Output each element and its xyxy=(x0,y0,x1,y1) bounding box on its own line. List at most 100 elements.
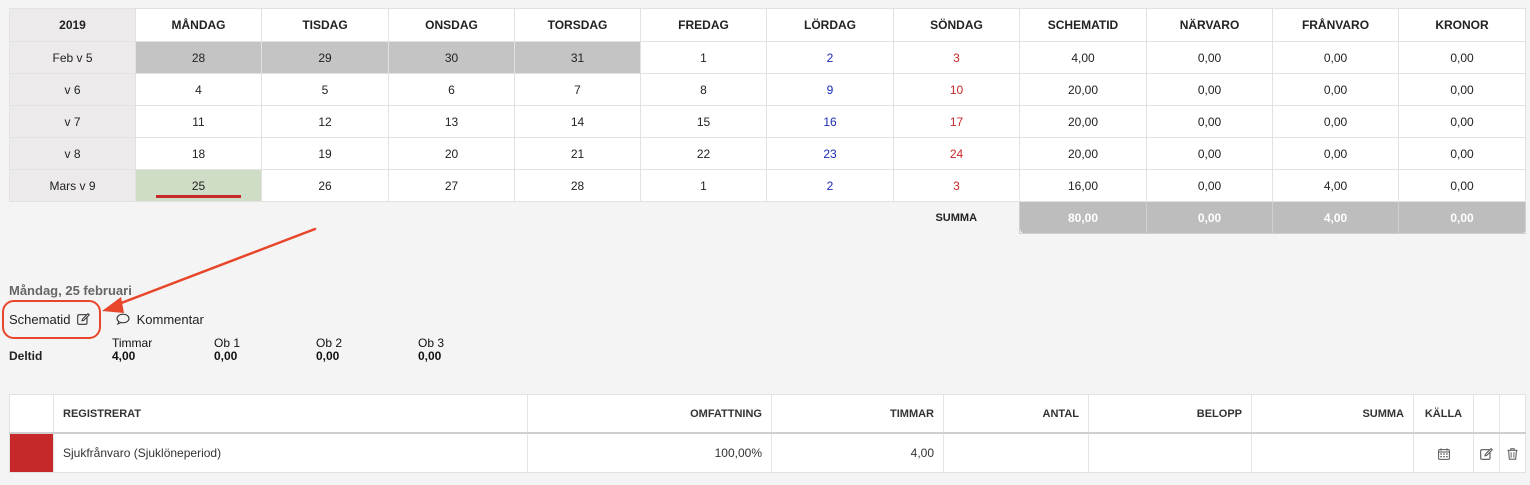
calendar-day[interactable]: 27 xyxy=(388,169,515,202)
calendar-day-saturday[interactable]: 2 xyxy=(766,169,894,202)
calendar-day[interactable]: 28 xyxy=(514,169,641,202)
kommentar-link-label: Kommentar xyxy=(136,312,204,327)
comment-icon xyxy=(116,313,130,325)
calendar-day-sunday[interactable]: 3 xyxy=(893,41,1020,74)
registration-omfattning: 100,00% xyxy=(527,433,772,473)
header-year: 2019 xyxy=(9,8,136,42)
header-belopp: BELOPP xyxy=(1088,394,1252,434)
calendar-day[interactable]: 11 xyxy=(135,105,262,138)
week-narvaro: 0,00 xyxy=(1146,73,1273,106)
week-franvaro: 0,00 xyxy=(1272,73,1399,106)
calendar-day-sunday[interactable]: 3 xyxy=(893,169,1020,202)
stat-value: 0,00 xyxy=(316,349,340,363)
week-franvaro: 0,00 xyxy=(1272,41,1399,74)
calendar-day-sunday[interactable]: 17 xyxy=(893,105,1020,138)
summa-schematid: 80,00 xyxy=(1019,201,1147,234)
calendar-day[interactable]: 15 xyxy=(640,105,767,138)
week-franvaro: 0,00 xyxy=(1272,105,1399,138)
calendar-day[interactable]: 4 xyxy=(135,73,262,106)
week-label: v 7 xyxy=(9,105,136,138)
header-edit xyxy=(1473,394,1500,434)
calendar-week-row: v 8 18 19 20 21 22 23 24 20,00 0,00 0,00… xyxy=(9,137,1526,170)
header-registrerat: REGISTRERAT xyxy=(53,394,528,434)
stat-value: 0,00 xyxy=(418,349,442,363)
selected-day-underline xyxy=(156,195,241,198)
header-narvaro: NÄRVARO xyxy=(1146,8,1273,42)
calendar-day-saturday[interactable]: 23 xyxy=(766,137,894,170)
stat-ob1: Ob 1 0,00 xyxy=(214,337,240,363)
header-tuesday: TISDAG xyxy=(261,8,389,42)
week-schematid: 20,00 xyxy=(1019,137,1147,170)
registrations-header-row: REGISTRERAT OMFATTNING TIMMAR ANTAL BELO… xyxy=(9,394,1526,434)
calendar-day[interactable]: 7 xyxy=(514,73,641,106)
header-omfattning: OMFATTNING xyxy=(527,394,772,434)
stat-value: 0,00 xyxy=(214,349,238,363)
week-kronor: 0,00 xyxy=(1398,105,1526,138)
calendar-day[interactable]: 31 xyxy=(514,41,641,74)
calendar-day[interactable]: 22 xyxy=(640,137,767,170)
calendar-day-selected[interactable]: 25 xyxy=(135,169,262,202)
registration-summa xyxy=(1251,433,1414,473)
week-schematid: 20,00 xyxy=(1019,73,1147,106)
calendar-week-row: v 7 11 12 13 14 15 16 17 20,00 0,00 0,00… xyxy=(9,105,1526,138)
calendar-day[interactable]: 12 xyxy=(261,105,389,138)
calendar-day-sunday[interactable]: 10 xyxy=(893,73,1020,106)
week-label: Mars v 9 xyxy=(9,169,136,202)
week-narvaro: 0,00 xyxy=(1146,137,1273,170)
calendar-day[interactable]: 1 xyxy=(640,41,767,74)
header-saturday: LÖRDAG xyxy=(766,8,894,42)
table-row: Sjukfrånvaro (Sjuklöneperiod) 100,00% 4,… xyxy=(9,433,1526,473)
calendar-day[interactable]: 5 xyxy=(261,73,389,106)
header-color xyxy=(9,394,54,434)
calendar-day[interactable]: 8 xyxy=(640,73,767,106)
delete-registration-button[interactable] xyxy=(1499,433,1526,473)
header-schematid: SCHEMATID xyxy=(1019,8,1147,42)
edit-registration-button[interactable] xyxy=(1473,433,1500,473)
stat-ob3: Ob 3 0,00 xyxy=(418,337,444,363)
kommentar-link[interactable]: Kommentar xyxy=(116,312,204,327)
calendar-day[interactable]: 20 xyxy=(388,137,515,170)
calendar-day[interactable]: 19 xyxy=(261,137,389,170)
week-label: Feb v 5 xyxy=(9,41,136,74)
calendar-day[interactable]: 18 xyxy=(135,137,262,170)
registration-belopp xyxy=(1088,433,1252,473)
week-label: v 8 xyxy=(9,137,136,170)
header-summa: SUMMA xyxy=(1251,394,1414,434)
summa-franvaro: 4,00 xyxy=(1272,201,1399,234)
registration-source xyxy=(1413,433,1474,473)
selected-day-title: Måndag, 25 februari xyxy=(9,283,132,298)
calendar-day[interactable]: 30 xyxy=(388,41,515,74)
calendar-day[interactable]: 13 xyxy=(388,105,515,138)
header-timmar: TIMMAR xyxy=(771,394,944,434)
calendar-icon xyxy=(1437,448,1450,460)
registration-type: Sjukfrånvaro (Sjuklöneperiod) xyxy=(53,433,528,473)
registration-color-swatch xyxy=(9,433,54,473)
calendar-day-sunday[interactable]: 24 xyxy=(893,137,1020,170)
calendar-day-saturday[interactable]: 9 xyxy=(766,73,894,106)
trash-icon xyxy=(1507,448,1518,460)
calendar-day[interactable]: 6 xyxy=(388,73,515,106)
schematid-link-label: Schematid xyxy=(9,312,71,327)
calendar-day[interactable]: 28 xyxy=(135,41,262,74)
week-narvaro: 0,00 xyxy=(1146,169,1273,202)
week-narvaro: 0,00 xyxy=(1146,41,1273,74)
employment-type-label: Deltid xyxy=(9,349,43,363)
week-kronor: 0,00 xyxy=(1398,169,1526,202)
week-label: v 6 xyxy=(9,73,136,106)
header-friday: FREDAG xyxy=(640,8,767,42)
schematid-edit-link[interactable]: Schematid xyxy=(9,312,91,327)
calendar-day-saturday[interactable]: 16 xyxy=(766,105,894,138)
calendar-day[interactable]: 26 xyxy=(261,169,389,202)
calendar-day[interactable]: 21 xyxy=(514,137,641,170)
stat-timmar: Timmar 4,00 xyxy=(112,337,152,363)
calendar-day[interactable]: 1 xyxy=(640,169,767,202)
header-antal: ANTAL xyxy=(943,394,1089,434)
stat-value: 4,00 xyxy=(112,349,136,363)
registration-antal xyxy=(943,433,1089,473)
calendar-summa-row: SUMMA 80,00 0,00 4,00 0,00 xyxy=(10,201,1526,234)
calendar-day[interactable]: 14 xyxy=(514,105,641,138)
calendar-day-saturday[interactable]: 2 xyxy=(766,41,894,74)
calendar-day[interactable]: 29 xyxy=(261,41,389,74)
selected-day-number: 25 xyxy=(191,178,206,193)
header-franvaro: FRÅNVARO xyxy=(1272,8,1399,42)
